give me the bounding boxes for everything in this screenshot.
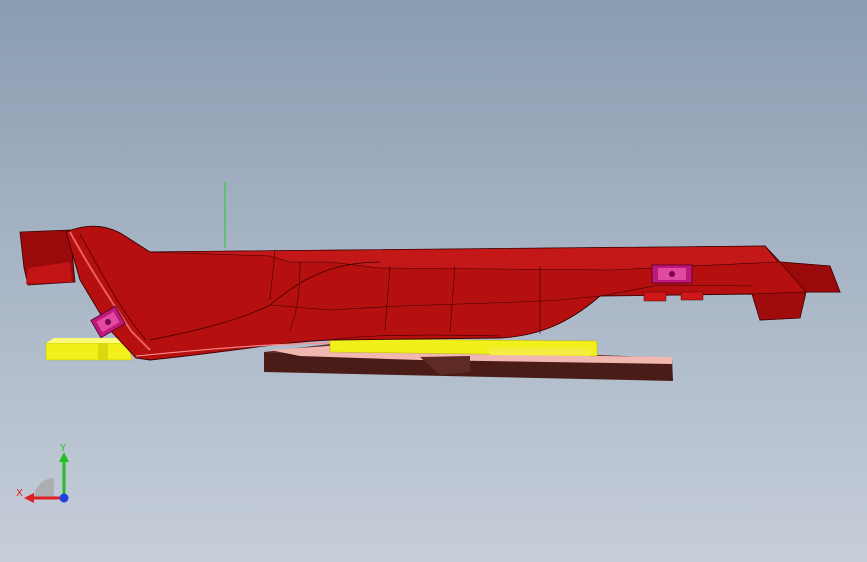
yellow-fixture-left[interactable] <box>45 338 133 361</box>
clamp-right[interactable] <box>651 264 693 284</box>
triad-x-label: X <box>16 488 23 499</box>
3d-viewport[interactable]: Y X <box>0 0 867 562</box>
orientation-triad: Y X <box>16 443 69 503</box>
triad-z-axis <box>59 493 69 503</box>
triad-y-label: Y <box>59 443 67 454</box>
triad-quadrant <box>34 478 54 498</box>
cad-model[interactable] <box>0 0 867 562</box>
